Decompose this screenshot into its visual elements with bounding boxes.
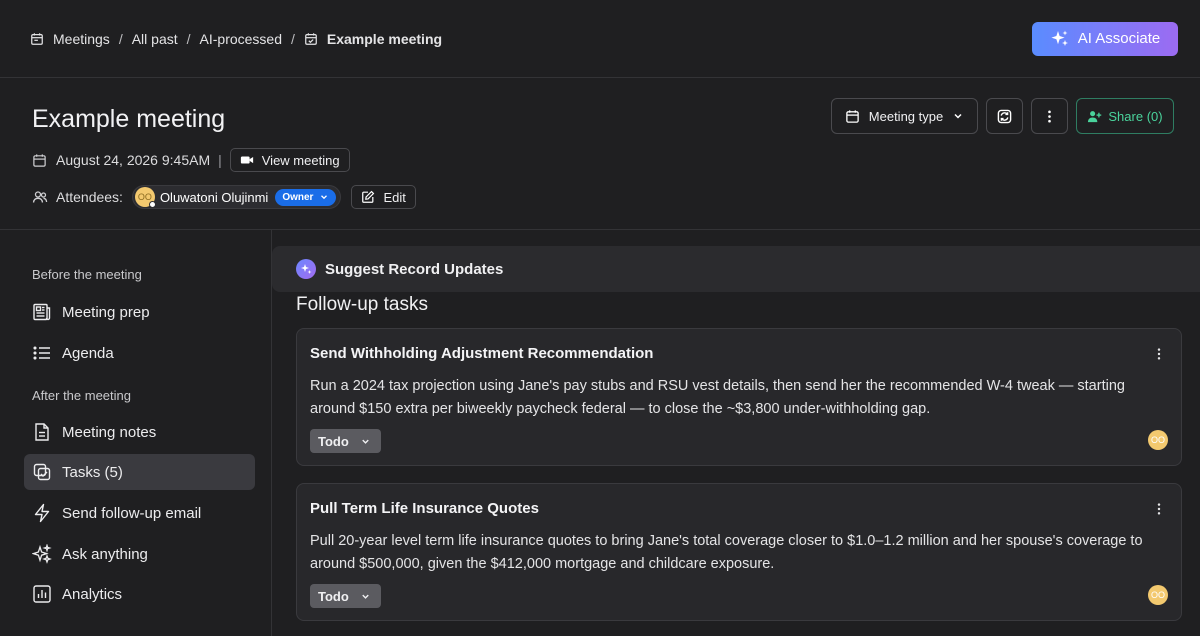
breadcrumb-separator: / <box>186 30 191 47</box>
sidebar: Before the meeting Meeting prep Agenda A… <box>0 230 272 636</box>
meeting-datetime-row: August 24, 2026 9:45AM | View meeting <box>32 148 350 172</box>
meeting-type-dropdown[interactable]: Meeting type <box>831 98 978 134</box>
top-bar: Meetings / All past / AI-processed / Exa… <box>0 0 1200 78</box>
breadcrumb: Meetings / All past / AI-processed / Exa… <box>30 31 442 47</box>
meeting-header: Example meeting August 24, 2026 9:45AM |… <box>0 78 1200 230</box>
sidebar-item-meeting-notes[interactable]: Meeting notes <box>24 414 255 450</box>
sidebar-section-before: Before the meeting <box>32 267 142 282</box>
breadcrumb-current: Example meeting <box>304 31 442 47</box>
view-meeting-button[interactable]: View meeting <box>229 148 350 172</box>
refresh-button[interactable] <box>986 98 1023 134</box>
divider: | <box>218 152 222 168</box>
share-button[interactable]: Share (0) <box>1076 98 1174 134</box>
users-icon <box>32 191 48 203</box>
calendar-check-icon <box>305 32 317 45</box>
assignee-avatar[interactable]: OO <box>1148 430 1168 450</box>
sidebar-item-send-follow-up-email[interactable]: Send follow-up email <box>24 495 255 531</box>
sidebar-item-meeting-prep[interactable]: Meeting prep <box>24 294 255 330</box>
sidebar-item-analytics[interactable]: Analytics <box>24 576 255 612</box>
attendees-row: Attendees: OO Oluwatoni Olujinmi Owner E… <box>32 185 416 209</box>
suggest-record-updates[interactable]: Suggest Record Updates <box>272 246 1200 292</box>
sidebar-section-after: After the meeting <box>32 388 131 403</box>
bar-chart-icon <box>33 585 51 603</box>
status-dot <box>148 201 156 208</box>
chevron-down-icon <box>362 594 369 599</box>
breadcrumb-separator: / <box>291 30 295 47</box>
calendar-icon <box>33 153 46 167</box>
meeting-datetime: August 24, 2026 9:45AM <box>56 152 211 168</box>
status-dropdown[interactable]: Todo <box>310 584 381 608</box>
user-plus-icon <box>1088 110 1102 122</box>
attendees-label: Attendees: <box>56 189 123 205</box>
sidebar-item-tasks[interactable]: Tasks (5) <box>24 454 255 490</box>
assignee-avatar[interactable]: OO <box>1148 585 1168 605</box>
ai-associate-button[interactable]: AI Associate <box>1032 21 1178 56</box>
edit-icon <box>362 190 375 203</box>
avatar: OO <box>134 187 156 208</box>
chevron-down-icon <box>321 195 328 200</box>
breadcrumb-ai-processed[interactable]: AI-processed <box>200 31 282 47</box>
task-more-button[interactable] <box>1150 500 1168 518</box>
task-description: Pull 20-year level term life insurance q… <box>310 533 1143 572</box>
page-title: Example meeting <box>32 105 226 133</box>
sparkles-icon <box>32 544 52 564</box>
more-vertical-icon <box>1157 503 1161 515</box>
calendar-icon <box>31 32 43 45</box>
status-dropdown[interactable]: Todo <box>310 429 381 453</box>
task-title: Send Withholding Adjustment Recommendati… <box>310 345 654 362</box>
breadcrumb-separator: / <box>118 30 123 47</box>
refresh-icon <box>997 109 1012 123</box>
sparkles-icon <box>1051 30 1068 46</box>
sparkles-icon <box>296 259 316 279</box>
sidebar-item-agenda[interactable]: Agenda <box>24 335 255 371</box>
edit-attendees-button[interactable]: Edit <box>351 185 416 209</box>
task-description: Run a 2024 tax projection using Jane's p… <box>310 378 1125 417</box>
owner-role-dropdown[interactable]: Owner <box>275 188 337 206</box>
chevron-down-icon <box>362 439 369 444</box>
task-more-button[interactable] <box>1150 345 1168 363</box>
section-title: Follow-up tasks <box>296 294 428 315</box>
attendee-chip[interactable]: OO Oluwatoni Olujinmi Owner <box>131 185 342 209</box>
tasks-icon <box>33 463 51 481</box>
newspaper-icon <box>33 303 51 321</box>
more-vertical-icon <box>1157 348 1161 360</box>
video-icon <box>240 156 253 164</box>
task-card: Send Withholding Adjustment Recommendati… <box>296 328 1182 466</box>
task-title: Pull Term Life Insurance Quotes <box>310 500 539 517</box>
task-card: Pull Term Life Insurance Quotes Pull 20-… <box>296 483 1182 621</box>
main-content: Suggest Record Updates Follow-up tasks S… <box>272 230 1200 636</box>
lightning-icon <box>34 503 50 523</box>
document-icon <box>35 423 49 441</box>
sidebar-item-ask-anything[interactable]: Ask anything <box>24 536 255 572</box>
calendar-icon <box>846 109 859 123</box>
breadcrumb-all-past[interactable]: All past <box>132 31 178 47</box>
header-actions: Meeting type Share (0) <box>823 98 1174 134</box>
chevron-down-icon <box>954 113 962 119</box>
attendee-name: Oluwatoni Olujinmi <box>159 189 269 205</box>
list-icon <box>33 346 50 360</box>
more-options-button[interactable] <box>1031 98 1068 134</box>
breadcrumb-meetings[interactable]: Meetings <box>30 31 110 47</box>
more-vertical-icon <box>1048 110 1051 122</box>
